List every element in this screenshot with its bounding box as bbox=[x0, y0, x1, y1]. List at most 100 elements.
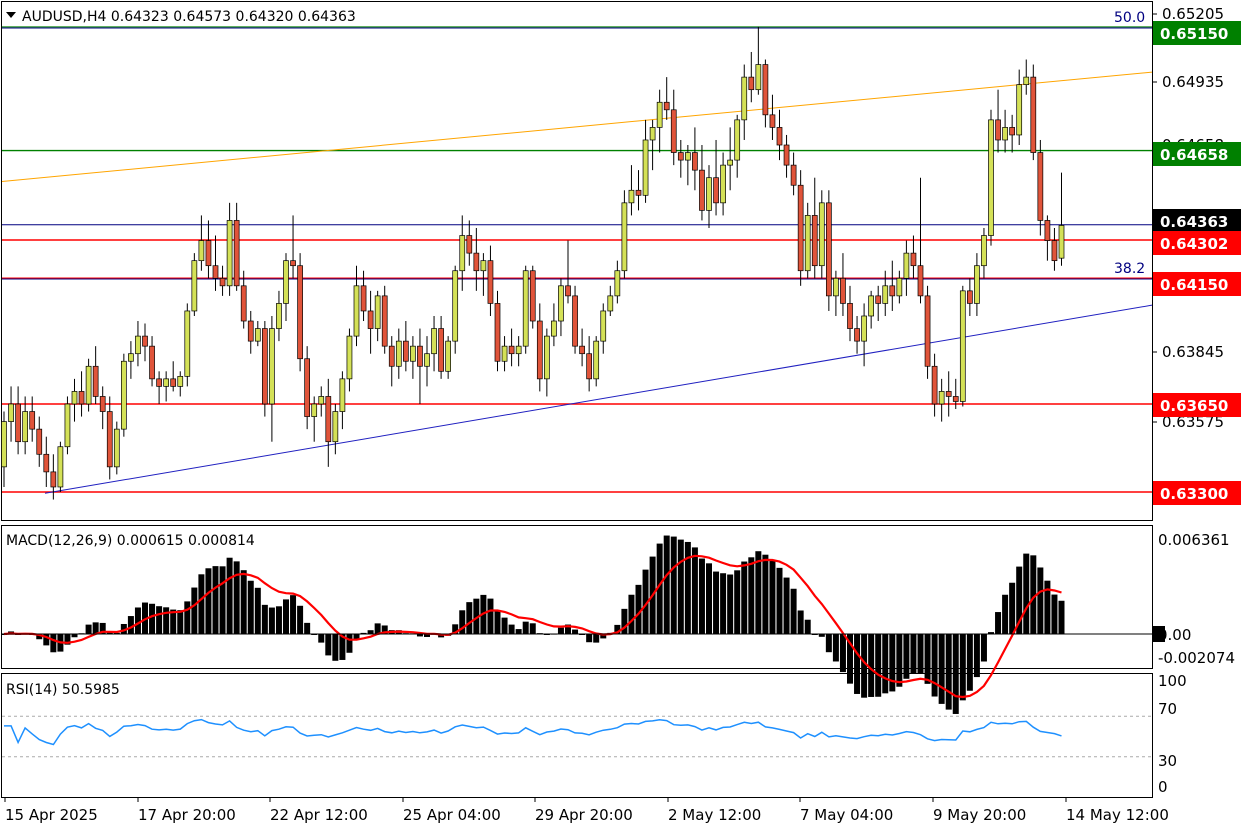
candle-body[interactable] bbox=[924, 295, 931, 367]
candle-body[interactable] bbox=[508, 345, 515, 355]
candle-body[interactable] bbox=[452, 270, 459, 342]
candle-body[interactable] bbox=[226, 220, 233, 287]
candle-body[interactable] bbox=[692, 152, 698, 171]
candle-body[interactable] bbox=[952, 396, 959, 402]
candle-body[interactable] bbox=[374, 295, 381, 329]
candle-body[interactable] bbox=[1037, 152, 1044, 221]
candle-body[interactable] bbox=[762, 64, 769, 116]
candle-body[interactable] bbox=[283, 260, 289, 304]
candle-body[interactable] bbox=[847, 303, 853, 329]
candle-body[interactable] bbox=[36, 428, 43, 455]
candle-body[interactable] bbox=[1, 421, 7, 468]
candle-body[interactable] bbox=[128, 353, 134, 362]
candle-body[interactable] bbox=[269, 328, 275, 405]
candle-body[interactable] bbox=[43, 453, 50, 473]
candle-body[interactable] bbox=[57, 446, 64, 488]
candle-body[interactable] bbox=[318, 396, 325, 405]
candle-body[interactable] bbox=[473, 252, 480, 272]
candle-body[interactable] bbox=[29, 411, 36, 430]
candle-body[interactable] bbox=[649, 127, 656, 141]
candle-body[interactable] bbox=[558, 285, 564, 322]
candle-body[interactable] bbox=[381, 295, 388, 347]
candle-body[interactable] bbox=[64, 403, 71, 448]
candle-body[interactable] bbox=[466, 235, 473, 254]
candle-body[interactable] bbox=[15, 403, 21, 443]
candle-body[interactable] bbox=[325, 396, 332, 443]
candle-body[interactable] bbox=[417, 345, 423, 367]
candle-body[interactable] bbox=[741, 76, 748, 121]
candle-body[interactable] bbox=[142, 335, 148, 347]
candle-body[interactable] bbox=[889, 285, 896, 297]
candle-body[interactable] bbox=[586, 353, 593, 380]
candle-body[interactable] bbox=[529, 270, 536, 322]
candle-body[interactable] bbox=[1002, 127, 1008, 141]
candle-body[interactable] bbox=[438, 328, 444, 372]
candle-body[interactable] bbox=[974, 265, 980, 304]
candle-body[interactable] bbox=[988, 119, 994, 236]
candle-body[interactable] bbox=[656, 101, 663, 128]
candle-body[interactable] bbox=[445, 340, 451, 372]
candle-body[interactable] bbox=[311, 403, 318, 417]
candle-body[interactable] bbox=[50, 471, 57, 488]
candle-body[interactable] bbox=[966, 290, 973, 304]
candle-body[interactable] bbox=[360, 285, 367, 312]
candle-body[interactable] bbox=[113, 428, 120, 468]
candle-body[interactable] bbox=[198, 240, 205, 262]
candle-body[interactable] bbox=[522, 270, 529, 347]
candle-body[interactable] bbox=[304, 358, 310, 417]
candle-body[interactable] bbox=[720, 164, 726, 204]
candle-body[interactable] bbox=[833, 277, 839, 297]
candle-body[interactable] bbox=[494, 303, 501, 362]
candle-body[interactable] bbox=[642, 139, 649, 196]
candle-body[interactable] bbox=[297, 265, 303, 360]
candle-body[interactable] bbox=[276, 303, 282, 329]
candle-body[interactable] bbox=[177, 375, 184, 387]
candle-body[interactable] bbox=[706, 177, 712, 211]
trading-chart[interactable]: 0.00 100 70 30 0 0.65205 0.64935 0.64658 0.643… bbox=[0, 0, 1248, 832]
candle-body[interactable] bbox=[163, 378, 169, 387]
candle-body[interactable] bbox=[1058, 225, 1065, 259]
candle-body[interactable] bbox=[628, 189, 635, 204]
candle-body[interactable] bbox=[78, 391, 85, 405]
candle-body[interactable] bbox=[593, 340, 600, 380]
candle-body[interactable] bbox=[240, 285, 247, 322]
candle-body[interactable] bbox=[212, 265, 219, 279]
candle-body[interactable] bbox=[579, 345, 585, 355]
candle-body[interactable] bbox=[938, 391, 945, 405]
candle-body[interactable] bbox=[487, 260, 494, 304]
candle-body[interactable] bbox=[931, 365, 938, 405]
candle-body[interactable] bbox=[219, 277, 226, 287]
candle-body[interactable] bbox=[727, 159, 734, 166]
candle-body[interactable] bbox=[290, 260, 296, 267]
candle-body[interactable] bbox=[572, 295, 578, 347]
candle-body[interactable] bbox=[149, 345, 155, 380]
candle-body[interactable] bbox=[854, 328, 860, 342]
main-price-panel[interactable] bbox=[1, 1, 1153, 521]
candle-body[interactable] bbox=[917, 265, 924, 297]
candle-body[interactable] bbox=[332, 411, 339, 443]
candle-body[interactable] bbox=[959, 290, 966, 402]
candle-body[interactable] bbox=[818, 202, 825, 267]
candle-body[interactable] bbox=[776, 127, 783, 146]
candle-body[interactable] bbox=[825, 202, 832, 297]
candle-body[interactable] bbox=[677, 152, 684, 161]
candle-body[interactable] bbox=[106, 411, 113, 468]
candle-body[interactable] bbox=[233, 220, 240, 287]
candle-body[interactable] bbox=[670, 109, 677, 153]
candle-body[interactable] bbox=[170, 378, 177, 387]
candle-body[interactable] bbox=[635, 189, 642, 196]
candle-body[interactable] bbox=[8, 403, 14, 422]
candle-body[interactable] bbox=[543, 335, 550, 380]
candle-body[interactable] bbox=[811, 215, 818, 267]
candle-body[interactable] bbox=[135, 335, 141, 355]
candle-body[interactable] bbox=[156, 378, 162, 387]
candle-body[interactable] bbox=[663, 101, 670, 111]
candle-body[interactable] bbox=[92, 365, 99, 397]
candle-body[interactable] bbox=[551, 320, 557, 337]
candle-body[interactable] bbox=[536, 320, 543, 380]
candle-body[interactable] bbox=[71, 391, 78, 405]
candle-body[interactable] bbox=[748, 76, 755, 91]
candle-body[interactable] bbox=[1016, 84, 1023, 136]
candle-body[interactable] bbox=[85, 365, 92, 405]
rsi-panel[interactable] bbox=[1, 673, 1153, 798]
